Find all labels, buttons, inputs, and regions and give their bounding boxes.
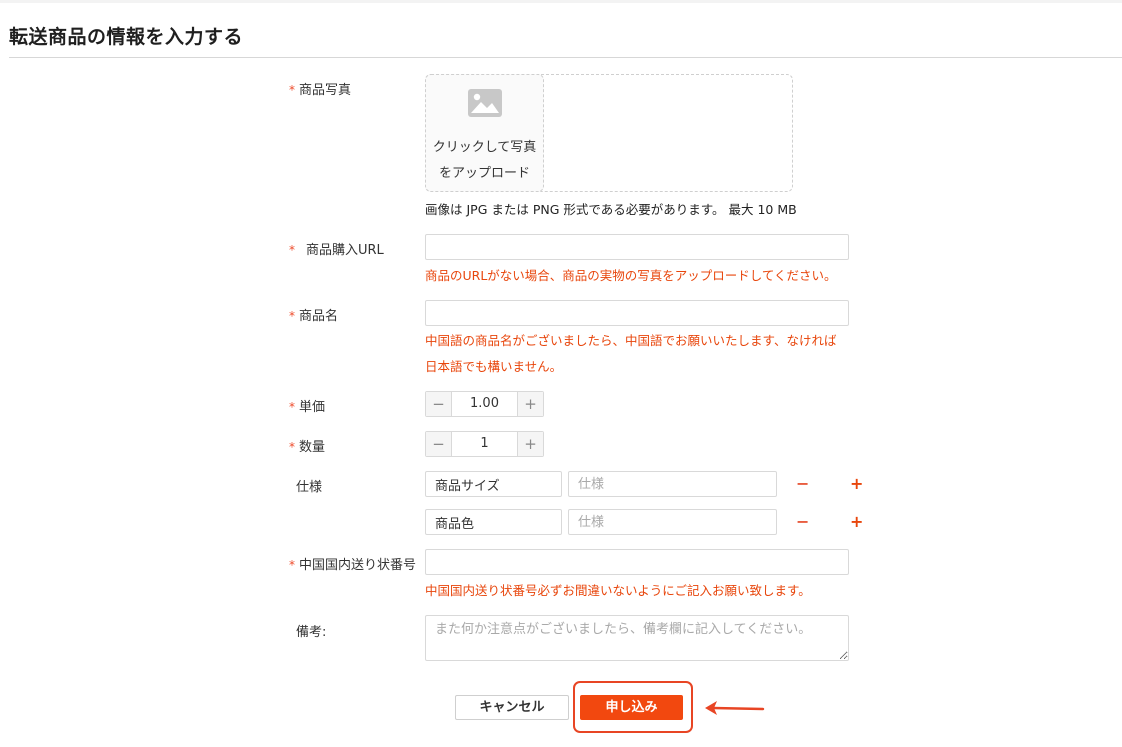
spec-name-input[interactable] bbox=[425, 509, 562, 535]
spec-add-button[interactable]: + bbox=[850, 476, 863, 492]
spec-remove-button[interactable]: − bbox=[796, 476, 809, 492]
quantity-label: 数量 bbox=[299, 440, 326, 455]
pointer-arrow-icon bbox=[705, 701, 765, 715]
price-stepper: − 1.00 + bbox=[425, 391, 544, 417]
spec-remove-button[interactable]: − bbox=[796, 514, 809, 530]
required-mark: * bbox=[289, 83, 295, 97]
upload-text: クリックして写真をアップロード bbox=[432, 140, 537, 181]
image-icon bbox=[468, 89, 502, 117]
required-mark: * bbox=[289, 400, 295, 414]
required-mark: * bbox=[289, 440, 295, 454]
quantity-decrement-button[interactable]: − bbox=[426, 432, 452, 456]
title-divider bbox=[9, 57, 1122, 58]
remarks-textarea[interactable] bbox=[425, 615, 849, 661]
quantity-increment-button[interactable]: + bbox=[517, 432, 543, 456]
required-mark: * bbox=[289, 309, 295, 323]
quantity-value[interactable]: 1 bbox=[452, 432, 517, 456]
submit-button[interactable]: 申し込み bbox=[580, 695, 683, 720]
price-value[interactable]: 1.00 bbox=[452, 392, 517, 416]
url-label-row: * 商品購入URL bbox=[289, 239, 384, 258]
name-warning-line1: 中国語の商品名がございましたら、中国語でお願いいたします、なければ bbox=[425, 333, 837, 348]
required-mark: * bbox=[289, 558, 295, 572]
spec-name-input[interactable] bbox=[425, 471, 562, 497]
price-label: 単価 bbox=[299, 400, 326, 415]
page-title: 転送商品の情報を入力する bbox=[9, 26, 244, 48]
url-label: 商品購入URL bbox=[306, 243, 384, 258]
photo-label: 商品写真 bbox=[299, 83, 352, 98]
photo-label-row: * 商品写真 bbox=[289, 79, 351, 98]
price-label-row: * 単価 bbox=[289, 396, 325, 415]
tracking-number-input[interactable] bbox=[425, 549, 849, 575]
name-label-row: * 商品名 bbox=[289, 305, 338, 324]
url-warning: 商品のURLがない場合、商品の実物の写真をアップロードしてください。 bbox=[425, 268, 837, 283]
price-decrement-button[interactable]: − bbox=[426, 392, 452, 416]
remarks-label: 備考: bbox=[296, 625, 327, 640]
tracking-label-row: * 中国国内送り状番号 bbox=[289, 554, 416, 573]
name-warning-line2: 日本語でも構いません。 bbox=[425, 359, 563, 374]
quantity-label-row: * 数量 bbox=[289, 436, 325, 455]
name-label: 商品名 bbox=[299, 309, 339, 324]
specs-label: 仕様 bbox=[296, 480, 323, 495]
photo-note: 画像は JPG または PNG 形式である必要があります。 最大 10 MB bbox=[425, 202, 797, 217]
quantity-stepper: − 1 + bbox=[425, 431, 544, 457]
tracking-warning: 中国国内送り状番号必ずお間違いないようにご記入お願い致します。 bbox=[425, 583, 811, 598]
spec-add-button[interactable]: + bbox=[850, 514, 863, 530]
spec-value-input[interactable] bbox=[568, 509, 777, 535]
spec-value-input[interactable] bbox=[568, 471, 777, 497]
cancel-button[interactable]: キャンセル bbox=[455, 695, 569, 720]
name-input[interactable] bbox=[425, 300, 849, 326]
photo-upload-button[interactable]: クリックして写真をアップロード bbox=[425, 74, 544, 192]
top-bar bbox=[0, 0, 1122, 3]
url-input[interactable] bbox=[425, 234, 849, 260]
tracking-label: 中国国内送り状番号 bbox=[299, 558, 417, 573]
required-mark: * bbox=[289, 243, 295, 257]
price-increment-button[interactable]: + bbox=[517, 392, 543, 416]
